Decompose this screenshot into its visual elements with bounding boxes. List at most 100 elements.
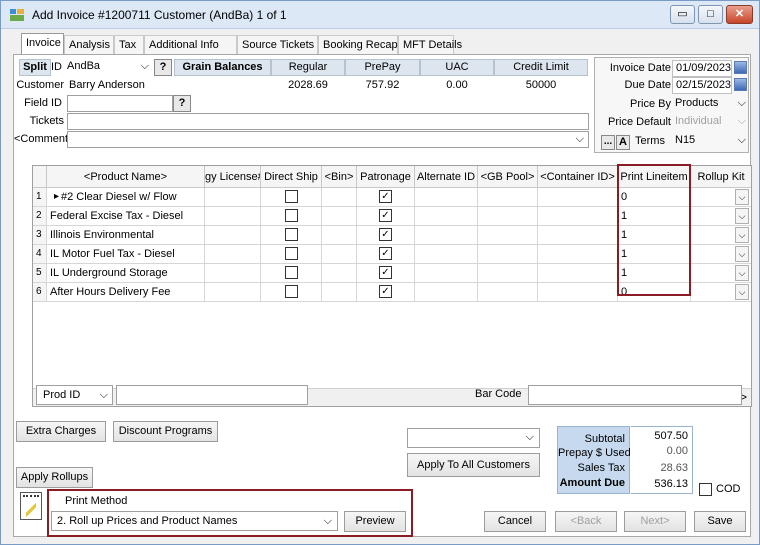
- direct-ship-checkbox[interactable]: [285, 190, 298, 203]
- invoice-date-input[interactable]: 01/09/2023: [672, 60, 732, 77]
- apply-rollups-button[interactable]: Apply Rollups: [16, 467, 93, 488]
- more-button[interactable]: ...: [601, 135, 615, 150]
- price-default-select[interactable]: Individual ⌵: [672, 114, 748, 131]
- grain-balances-button[interactable]: Grain Balances: [174, 59, 271, 76]
- tickets-input[interactable]: [67, 113, 589, 130]
- col-alternate-id[interactable]: Alternate ID: [415, 166, 478, 188]
- print-method-select[interactable]: 2. Roll up Prices and Product Names ⌵: [51, 511, 338, 531]
- col-license[interactable]: gy License#: [205, 166, 261, 188]
- calendar-icon[interactable]: [734, 78, 747, 91]
- direct-ship-checkbox[interactable]: [285, 228, 298, 241]
- chevron-down-icon[interactable]: ⌵: [735, 227, 749, 243]
- col-product-name[interactable]: <Product Name>: [47, 166, 205, 188]
- container-id-cell[interactable]: [538, 283, 618, 302]
- alternate-id-cell[interactable]: [415, 264, 478, 283]
- bar-code-input[interactable]: [528, 385, 742, 405]
- product-name-cell[interactable]: IL Underground Storage: [47, 264, 205, 283]
- patronage-checkbox[interactable]: ✓: [379, 209, 392, 222]
- bin-cell[interactable]: [322, 188, 357, 207]
- license-cell[interactable]: [205, 283, 261, 302]
- patronage-checkbox[interactable]: ✓: [379, 266, 392, 279]
- col-direct-ship[interactable]: Direct Ship: [261, 166, 322, 188]
- bin-cell[interactable]: [322, 264, 357, 283]
- col-bin[interactable]: <Bin>: [322, 166, 357, 188]
- gb-pool-cell[interactable]: [478, 245, 538, 264]
- rollup-kit-cell[interactable]: ⌵: [691, 264, 751, 283]
- alternate-id-cell[interactable]: [415, 226, 478, 245]
- rollup-kit-cell[interactable]: ⌵: [691, 188, 751, 207]
- col-gb-pool[interactable]: <GB Pool>: [478, 166, 538, 188]
- print-notepad-icon[interactable]: [20, 492, 42, 520]
- product-name-cell[interactable]: Illinois Environmental: [47, 226, 205, 245]
- maximize-button[interactable]: □: [698, 5, 723, 24]
- chevron-down-icon[interactable]: ⌵: [735, 208, 749, 224]
- license-cell[interactable]: [205, 264, 261, 283]
- direct-ship-checkbox[interactable]: [285, 266, 298, 279]
- col-patronage[interactable]: Patronage: [357, 166, 415, 188]
- alternate-id-cell[interactable]: [415, 207, 478, 226]
- container-id-cell[interactable]: [538, 245, 618, 264]
- calendar-icon[interactable]: [734, 61, 747, 74]
- patronage-checkbox[interactable]: ✓: [379, 247, 392, 260]
- chevron-down-icon[interactable]: ⌵: [735, 246, 749, 262]
- chevron-down-icon[interactable]: ⌵: [735, 265, 749, 281]
- rollup-kit-cell[interactable]: ⌵: [691, 245, 751, 264]
- product-name-cell[interactable]: After Hours Delivery Fee: [47, 283, 205, 302]
- patronage-checkbox[interactable]: ✓: [379, 190, 392, 203]
- col-container-id[interactable]: <Container ID>: [538, 166, 618, 188]
- tab-booking-recap[interactable]: Booking Recap: [318, 35, 398, 55]
- container-id-cell[interactable]: [538, 207, 618, 226]
- apply-to-all-customers-button[interactable]: Apply To All Customers: [407, 453, 540, 477]
- field-id-input[interactable]: [67, 95, 173, 112]
- bin-cell[interactable]: [322, 207, 357, 226]
- due-date-input[interactable]: 02/15/2023: [672, 77, 732, 94]
- container-id-cell[interactable]: [538, 264, 618, 283]
- license-cell[interactable]: [205, 226, 261, 245]
- alternate-id-cell[interactable]: [415, 245, 478, 264]
- comments-input[interactable]: ⌵: [67, 131, 589, 148]
- direct-ship-checkbox[interactable]: [285, 247, 298, 260]
- tab-additional-info[interactable]: Additional Info: [144, 35, 237, 55]
- rollup-kit-cell[interactable]: ⌵: [691, 226, 751, 245]
- col-rollup-kit[interactable]: Rollup Kit: [691, 166, 751, 188]
- gb-pool-cell[interactable]: [478, 264, 538, 283]
- next-button[interactable]: Next>: [624, 511, 686, 532]
- cancel-button[interactable]: Cancel: [484, 511, 546, 532]
- tab-invoice[interactable]: Invoice: [21, 33, 64, 55]
- preview-button[interactable]: Preview: [344, 511, 406, 532]
- chevron-down-icon[interactable]: ⌵: [735, 284, 749, 300]
- gb-pool-cell[interactable]: [478, 226, 538, 245]
- tab-tax[interactable]: Tax: [114, 35, 144, 55]
- tab-source-tickets[interactable]: Source Tickets: [237, 35, 318, 55]
- license-cell[interactable]: [205, 207, 261, 226]
- patronage-checkbox[interactable]: ✓: [379, 228, 392, 241]
- minimize-button[interactable]: ▭: [670, 5, 695, 24]
- extra-charges-button[interactable]: Extra Charges: [16, 421, 106, 442]
- alternate-id-cell[interactable]: [415, 283, 478, 302]
- gb-pool-cell[interactable]: [478, 188, 538, 207]
- a-button[interactable]: A: [616, 135, 630, 150]
- container-id-cell[interactable]: [538, 188, 618, 207]
- terms-select[interactable]: N15 ⌵: [672, 133, 748, 150]
- chevron-down-icon[interactable]: ⌵: [735, 189, 749, 205]
- tab-mft-details[interactable]: MFT Details: [398, 35, 462, 55]
- prod-id-input[interactable]: [116, 385, 308, 405]
- apply-to-select[interactable]: ⌵: [407, 428, 540, 448]
- prod-id-select[interactable]: Prod ID ⌵: [36, 385, 113, 405]
- product-name-cell[interactable]: Federal Excise Tax - Diesel: [47, 207, 205, 226]
- rollup-kit-cell[interactable]: ⌵: [691, 207, 751, 226]
- save-button[interactable]: Save: [694, 511, 746, 532]
- price-by-select[interactable]: Products ⌵: [672, 96, 748, 113]
- tab-analysis[interactable]: Analysis: [64, 35, 114, 55]
- field-id-lookup-button[interactable]: ?: [173, 95, 191, 112]
- bin-cell[interactable]: [322, 283, 357, 302]
- discount-programs-button[interactable]: Discount Programs: [113, 421, 218, 442]
- license-cell[interactable]: [205, 188, 261, 207]
- gb-pool-cell[interactable]: [478, 207, 538, 226]
- gb-pool-cell[interactable]: [478, 283, 538, 302]
- split-button[interactable]: Split: [19, 59, 51, 76]
- rollup-kit-cell[interactable]: ⌵: [691, 283, 751, 302]
- product-name-cell[interactable]: #2 Clear Diesel w/ Flow: [47, 188, 205, 207]
- license-cell[interactable]: [205, 245, 261, 264]
- customer-id-select[interactable]: AndBa ⌵: [64, 59, 152, 76]
